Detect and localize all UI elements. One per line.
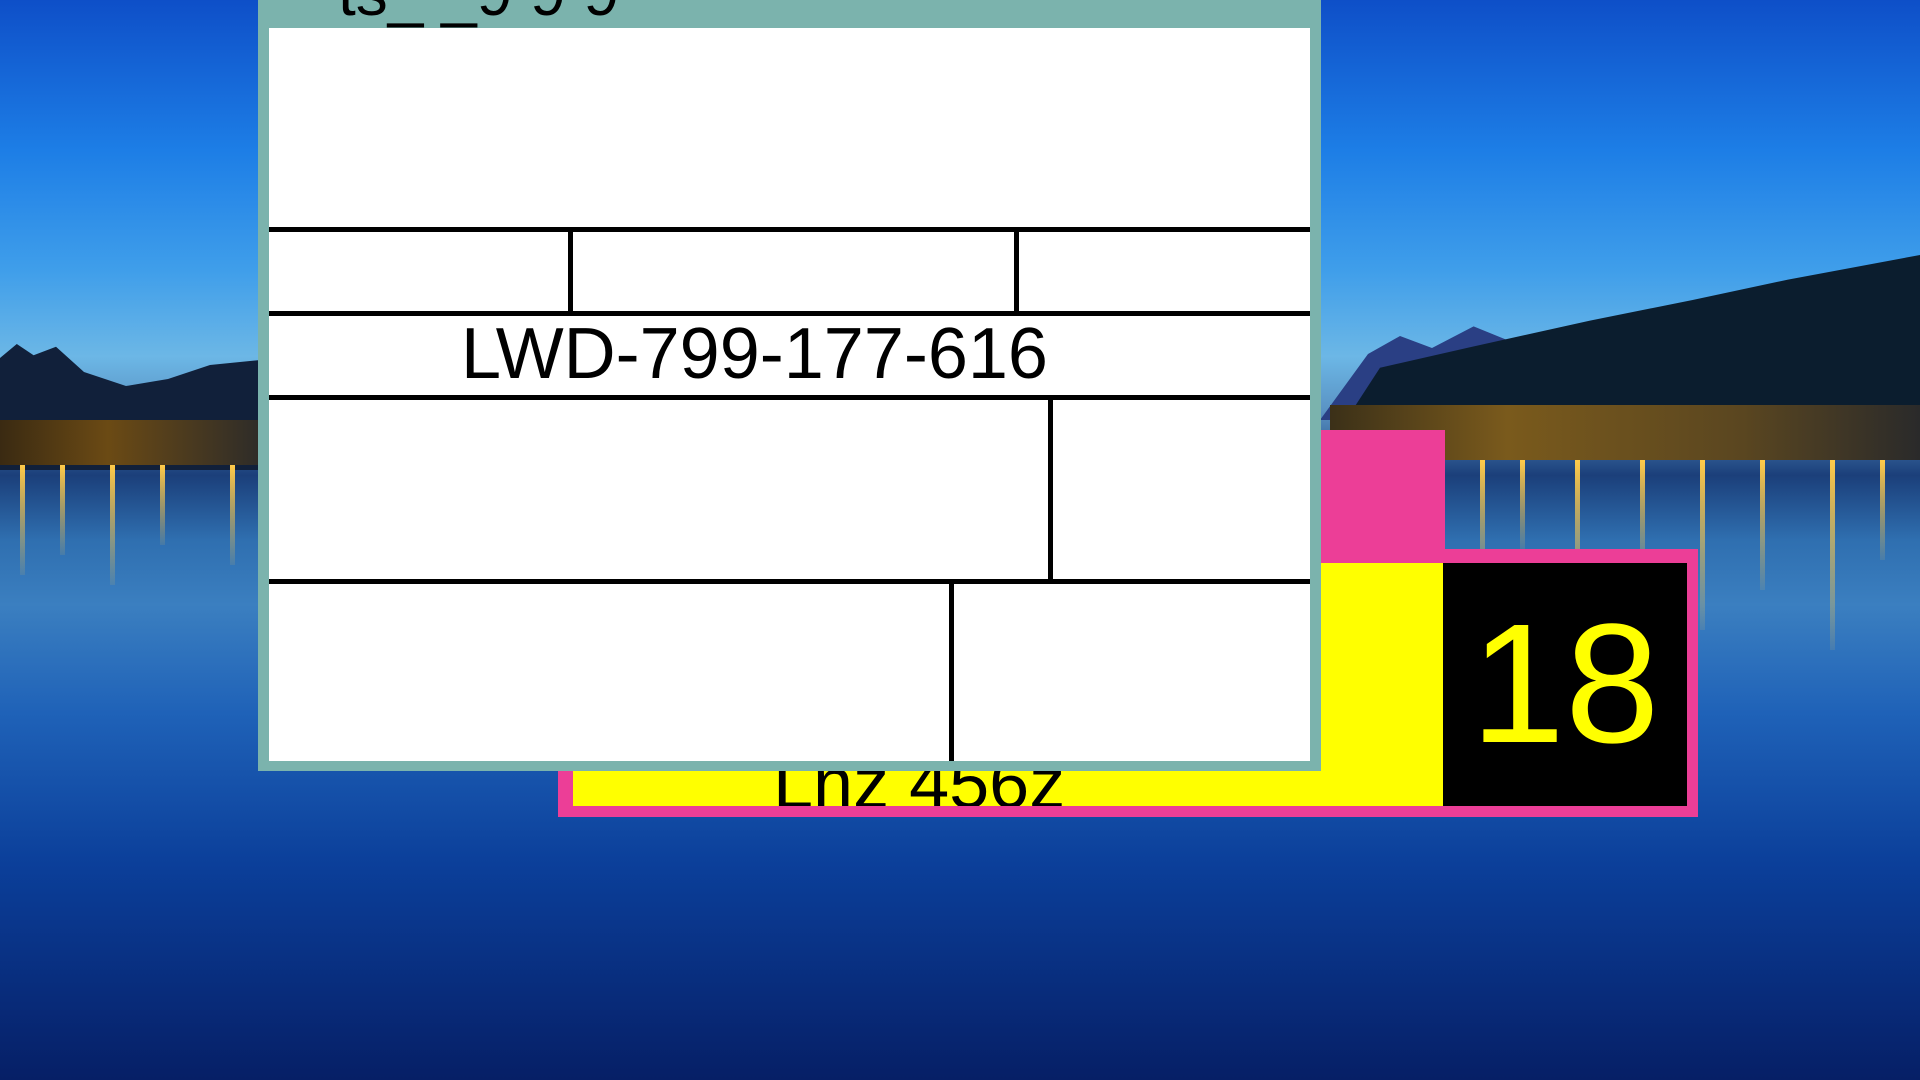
grid-divider-vertical	[1014, 227, 1019, 316]
grid-divider-horizontal	[269, 227, 1310, 232]
wallpaper-light-reflection	[160, 465, 165, 545]
wallpaper-light-reflection	[60, 465, 65, 555]
grid-divider-horizontal	[269, 579, 1310, 584]
wallpaper-light-reflection	[1880, 460, 1885, 560]
record-id-field[interactable]: LWD-799-177-616	[269, 314, 1310, 394]
grid-divider-vertical	[568, 227, 573, 316]
grid-divider-horizontal	[269, 395, 1310, 400]
form-window[interactable]: ts_ _9 9 9 LWD-799-177-616	[258, 0, 1321, 771]
wallpaper-light-reflection	[230, 465, 235, 565]
wallpaper-light-reflection	[20, 465, 25, 575]
form-grid: LWD-799-177-616	[269, 28, 1310, 761]
window-title-fragment: ts_ _9 9 9	[338, 0, 619, 30]
tag-window-upper-block	[1321, 430, 1445, 550]
wallpaper-light-reflection	[1830, 460, 1835, 650]
wallpaper-light-reflection	[1700, 460, 1705, 630]
wallpaper-light-reflection	[1760, 460, 1765, 590]
grid-divider-vertical	[1048, 395, 1053, 584]
grid-divider-vertical	[949, 579, 954, 761]
wallpaper-shore-left	[0, 420, 270, 465]
wallpaper-light-reflection	[1520, 460, 1525, 550]
tag-count-badge: 18	[1443, 563, 1687, 806]
wallpaper-light-reflection	[110, 465, 115, 585]
